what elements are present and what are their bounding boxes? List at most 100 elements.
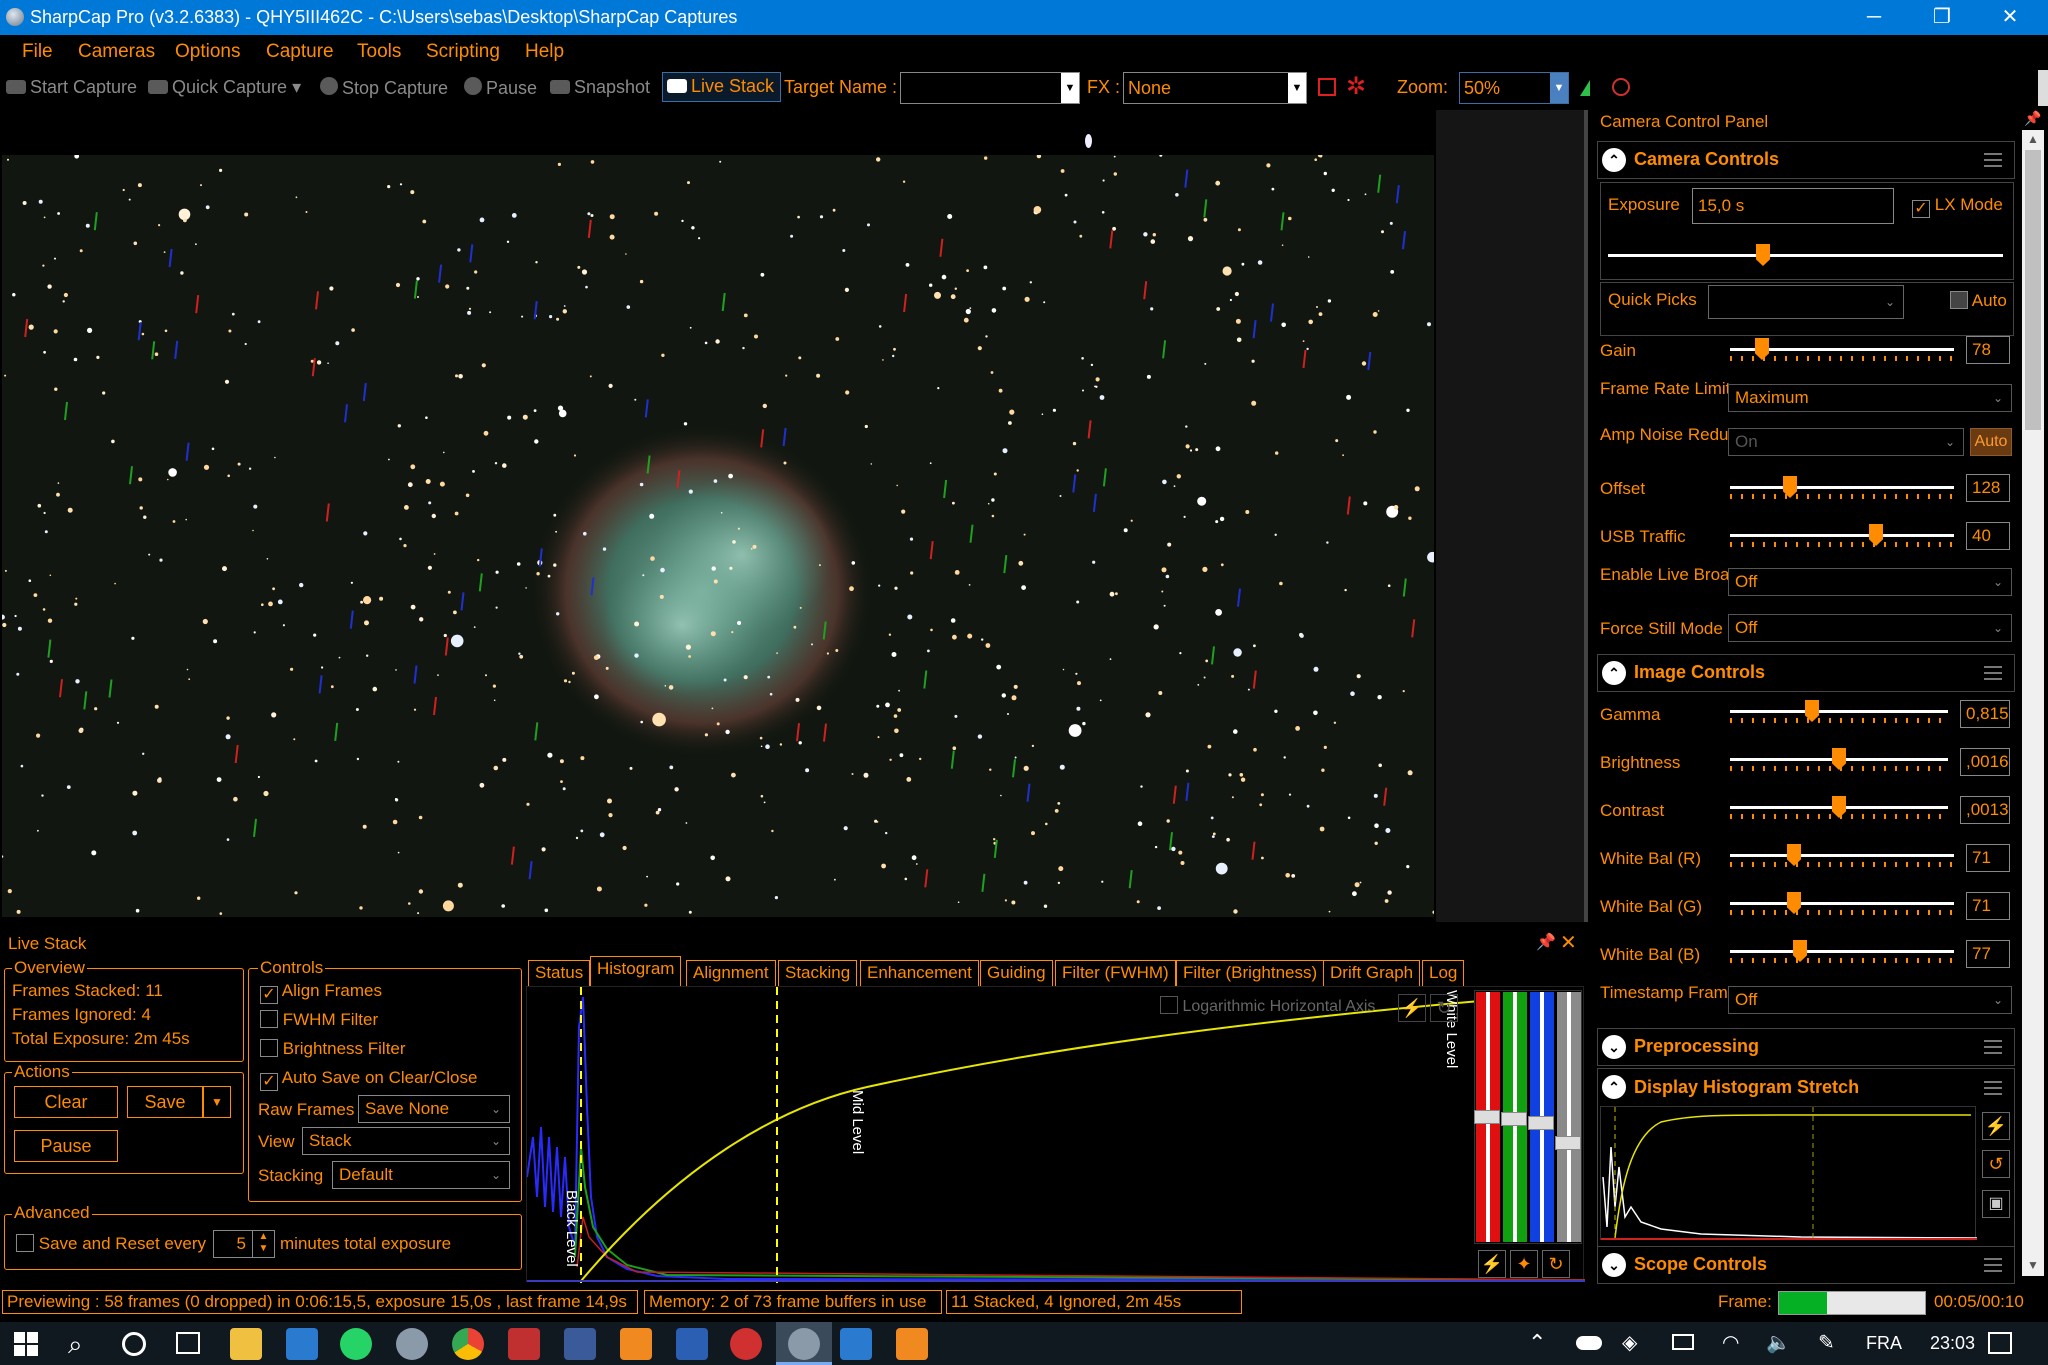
force-still-combo[interactable]: Off ⌄ — [1728, 614, 2012, 642]
reset-icon[interactable]: ↻ — [1430, 994, 1458, 1022]
auto-stretch-icon[interactable]: ⚡ — [1982, 1112, 2010, 1140]
menu-icon[interactable] — [1984, 666, 2002, 680]
lx-mode-checkbox[interactable]: ✓ LX Mode — [1912, 196, 2003, 218]
scrollbar-thumb[interactable] — [2025, 150, 2041, 430]
brightness-slider[interactable] — [1730, 748, 1948, 772]
brightness-filter-checkbox[interactable]: Brightness Filter — [260, 1039, 406, 1059]
viewer-splitter[interactable] — [1584, 110, 1588, 922]
lightning-icon[interactable]: ⚡ — [1398, 994, 1426, 1022]
white-bal-g-value[interactable]: 71 — [1966, 892, 2010, 920]
search-icon[interactable]: ⌕ — [68, 1329, 83, 1361]
wifi-icon[interactable]: ◠ — [1722, 1330, 1739, 1355]
reset-icon[interactable]: ↺ — [1982, 1150, 2010, 1178]
menu-tools[interactable]: Tools — [357, 41, 401, 63]
contrast-value[interactable]: ,0013 — [1960, 796, 2010, 824]
battery-icon[interactable] — [1672, 1334, 1694, 1350]
sharpcap-icon[interactable] — [396, 1328, 428, 1360]
gamma-slider[interactable] — [1730, 700, 1948, 724]
crosshair-icon[interactable]: ✲ — [1346, 72, 1366, 101]
snapshot-button[interactable]: Snapshot — [550, 77, 650, 98]
vivaldi-icon[interactable] — [730, 1328, 762, 1360]
quick-capture-button[interactable]: Quick Capture ▾ — [148, 77, 301, 98]
auto-stretch-icon[interactable]: ⚡ — [1478, 1250, 1506, 1278]
auto-checkbox[interactable]: Auto — [1950, 291, 2007, 310]
menu-scripting[interactable]: Scripting — [426, 41, 500, 63]
chevron-up-icon[interactable]: ⌃ — [1528, 1330, 1546, 1356]
tab-drift-graph[interactable]: Drift Graph — [1323, 960, 1421, 986]
pause-stack-button[interactable]: Pause — [14, 1130, 118, 1162]
live-broadcast-combo[interactable]: Off ⌄ — [1728, 568, 2012, 596]
gamma-value[interactable]: 0,815 — [1960, 700, 2010, 728]
save-reset-checkbox[interactable]: Save and Reset every — [16, 1234, 206, 1254]
white-bal-b-value[interactable]: 77 — [1966, 940, 2010, 968]
blue-slider-thumb[interactable] — [1528, 1116, 1554, 1130]
raw-frames-combo[interactable]: Save None ⌄ — [358, 1095, 510, 1123]
task-view-icon[interactable] — [176, 1332, 200, 1354]
windows-start-icon[interactable] — [14, 1332, 38, 1356]
exposure-slider-thumb[interactable] — [1756, 244, 1770, 266]
chrome-icon[interactable] — [452, 1328, 484, 1360]
notifications-icon[interactable] — [1988, 1332, 2012, 1354]
app-icon[interactable] — [896, 1328, 928, 1360]
amp-noise-combo[interactable]: On ⌄ — [1728, 428, 1964, 456]
tab-status[interactable]: Status — [528, 960, 591, 986]
white-bal-r-slider[interactable] — [1730, 844, 1954, 868]
document-icon[interactable] — [564, 1328, 596, 1360]
tab-enhancement[interactable]: Enhancement — [860, 960, 979, 986]
display-stretch-histogram[interactable] — [1600, 1106, 1978, 1241]
fx-combo[interactable]: None ▼ — [1123, 72, 1307, 104]
frame-rate-combo[interactable]: Maximum ⌄ — [1728, 384, 2012, 412]
tab-filter-fwhm[interactable]: Filter (FWHM) — [1055, 960, 1176, 986]
sparkle-icon[interactable]: ✦ — [1510, 1250, 1538, 1278]
pin-icon[interactable]: 📌 — [2024, 110, 2041, 127]
close-button[interactable]: ✕ — [1980, 0, 2040, 35]
app-icon[interactable] — [508, 1328, 540, 1360]
log-axis-checkbox[interactable]: Logarithmic Horizontal Axis — [1160, 996, 1375, 1016]
brightness-value[interactable]: ,0016 — [1960, 748, 2010, 776]
red-slider-thumb[interactable] — [1474, 1110, 1500, 1124]
histogram-icon[interactable] — [1580, 80, 1590, 96]
maximize-button[interactable]: ❐ — [1912, 0, 1972, 35]
close-icon[interactable]: ✕ — [1560, 930, 1577, 955]
exposure-input[interactable]: 15,0 s — [1692, 188, 1894, 224]
mail-icon[interactable] — [286, 1328, 318, 1360]
cortana-icon[interactable] — [122, 1332, 146, 1356]
white-bal-b-slider[interactable] — [1730, 940, 1954, 964]
offset-slider[interactable] — [1730, 476, 1954, 500]
target-icon[interactable] — [1612, 78, 1630, 96]
menu-options[interactable]: Options — [175, 41, 240, 63]
whatsapp-icon[interactable] — [340, 1328, 372, 1360]
white-bal-r-value[interactable]: 71 — [1966, 844, 2010, 872]
file-explorer-icon[interactable] — [230, 1328, 262, 1360]
image-app-icon[interactable] — [840, 1328, 872, 1360]
usb-traffic-value[interactable]: 40 — [1966, 522, 2010, 550]
menu-icon[interactable] — [1984, 1081, 2002, 1095]
pin-icon[interactable]: 📌 — [1536, 932, 1556, 952]
offset-value[interactable]: 128 — [1966, 474, 2010, 502]
menu-help[interactable]: Help — [525, 41, 564, 63]
zoom-combo[interactable]: 50% ▼ — [1459, 72, 1569, 104]
tab-histogram[interactable]: Histogram — [590, 956, 682, 986]
tab-alignment[interactable]: Alignment — [686, 960, 776, 986]
scroll-down-icon[interactable]: ▼ — [2024, 1258, 2042, 1274]
green-slider-thumb[interactable] — [1501, 1112, 1527, 1126]
menu-capture[interactable]: Capture — [266, 41, 334, 63]
clear-button[interactable]: Clear — [14, 1086, 118, 1118]
minimize-button[interactable]: ─ — [1844, 0, 1904, 35]
stop-capture-button[interactable]: Stop Capture — [320, 77, 448, 99]
live-stack-image[interactable] — [2, 155, 1434, 917]
save-button[interactable]: Save — [127, 1086, 203, 1118]
cloud-icon[interactable] — [1576, 1336, 1602, 1350]
dropbox-icon[interactable]: ◈ — [1622, 1330, 1637, 1355]
word-icon[interactable] — [676, 1328, 708, 1360]
tab-stacking[interactable]: Stacking — [778, 960, 858, 986]
exposure-slider[interactable] — [1608, 244, 2003, 268]
menu-icon[interactable] — [1984, 1040, 2002, 1054]
amp-noise-auto-button[interactable]: Auto — [1970, 428, 2012, 456]
save-icon[interactable]: ▣ — [1982, 1190, 2010, 1218]
scroll-up-icon[interactable]: ▲ — [2024, 132, 2042, 148]
spinner-arrows-icon[interactable]: ▲ ▼ — [252, 1231, 274, 1257]
menu-cameras[interactable]: Cameras — [78, 41, 155, 63]
tab-filter-brightness[interactable]: Filter (Brightness) — [1176, 960, 1325, 986]
start-capture-button[interactable]: Start Capture — [6, 77, 137, 98]
